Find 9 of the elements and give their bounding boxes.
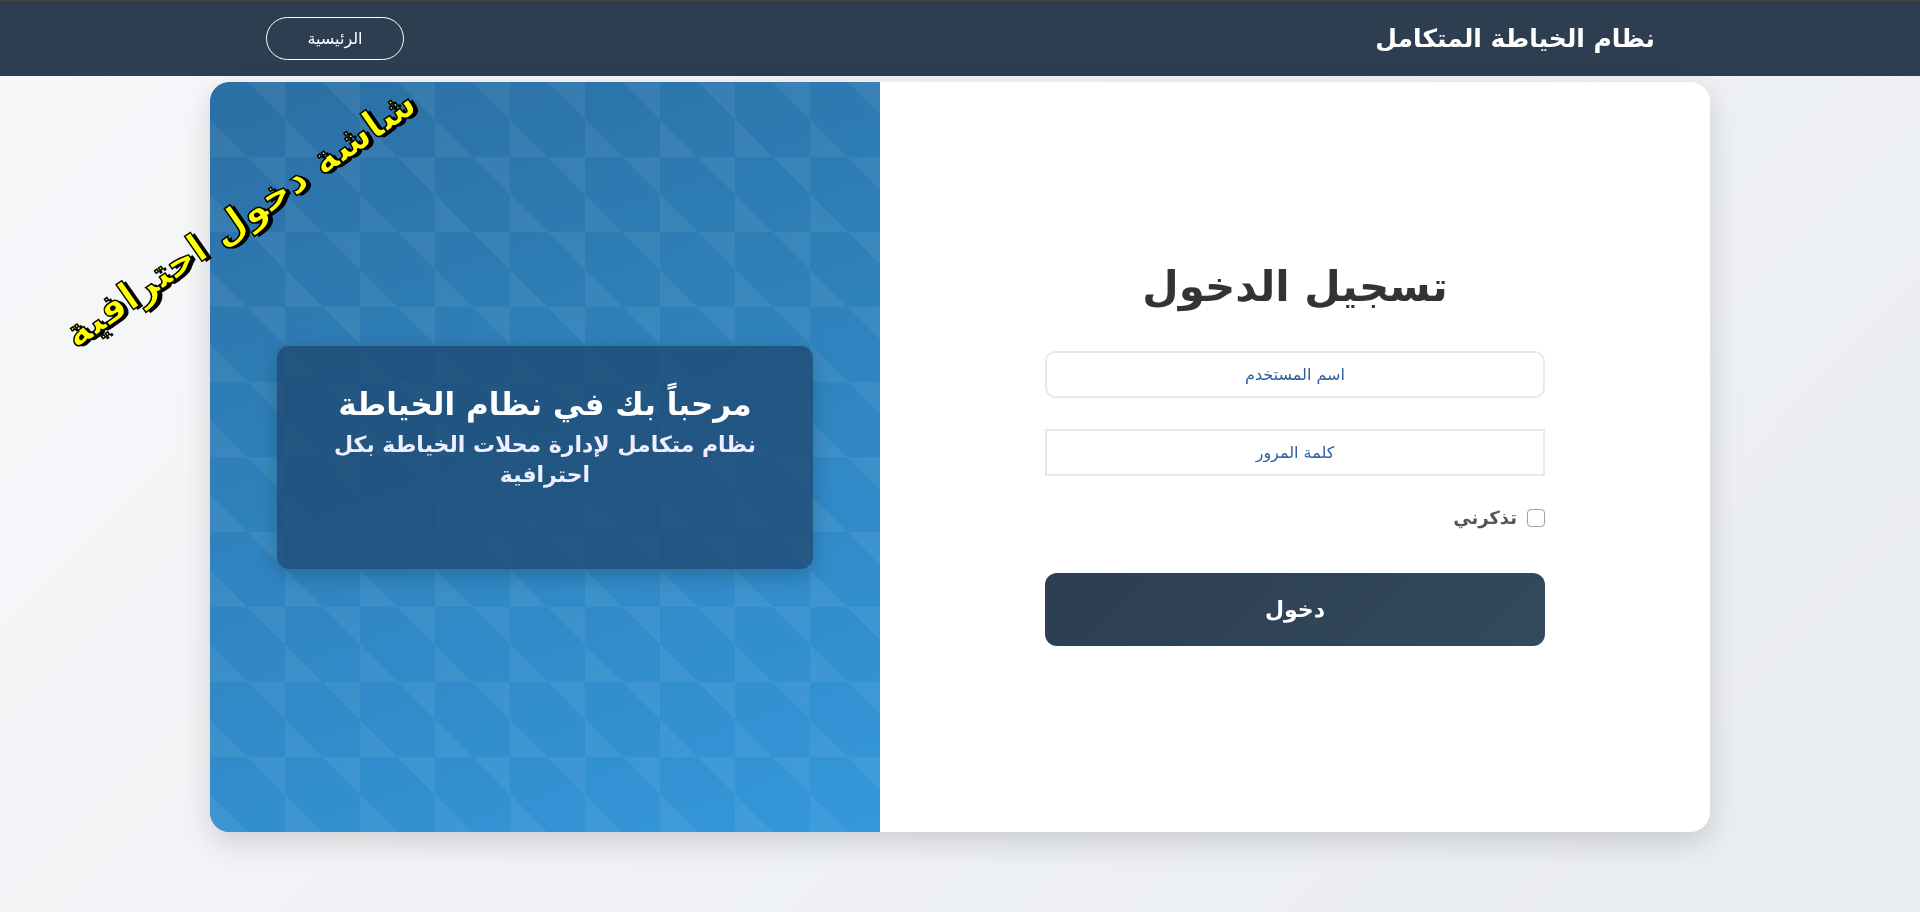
password-field[interactable]: كلمة المرور: [1045, 429, 1545, 476]
caption-text: شاشة دخول احترافية: [54, 78, 425, 358]
username-field[interactable]: اسم المستخدم: [1045, 351, 1545, 398]
remember-checkbox[interactable]: [1527, 508, 1545, 527]
login-title: تسجيل الدخول: [1142, 262, 1448, 311]
welcome-subtitle: نظام متكامل لإدارة محلات الخياطة بكل احترافية: [332, 430, 758, 490]
app-title: نظام الخياطة المتكامل: [1375, 24, 1655, 53]
login-button[interactable]: دخول: [1045, 573, 1545, 646]
remember-label: تذكرني: [1453, 507, 1517, 528]
